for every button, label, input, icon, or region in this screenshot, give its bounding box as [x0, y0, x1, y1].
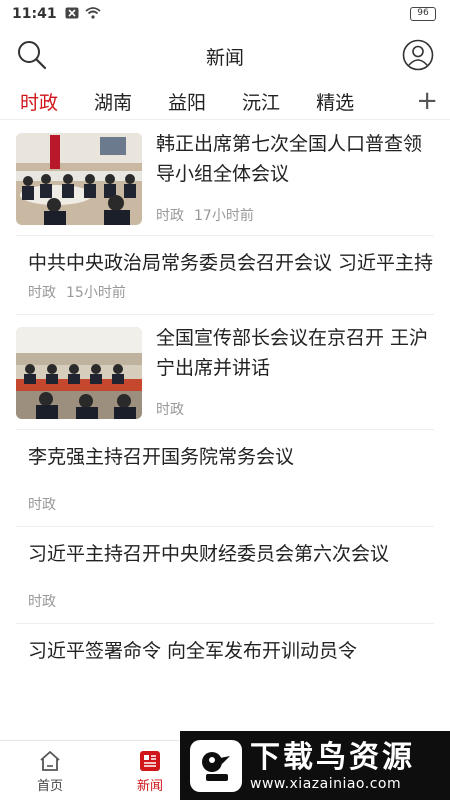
news-meta: 时政: [156, 399, 184, 419]
news-category: 时政: [156, 402, 184, 418]
news-item[interactable]: 李克强主持召开国务院常务会议 时政: [16, 430, 434, 527]
tab-jingxuan[interactable]: 精选: [294, 88, 368, 115]
tab-hunan[interactable]: 湖南: [72, 88, 146, 115]
news-item[interactable]: 全国宣传部长会议在京召开 王沪宁出席并讲话 时政: [16, 315, 434, 430]
news-item[interactable]: 中共中央政治局常务委员会召开会议 习近平主持 时政 15小时前: [16, 236, 434, 315]
news-meta: 时政 15小时前: [28, 282, 434, 302]
news-item[interactable]: 习近平签署命令 向全军发布开训动员令: [16, 624, 434, 682]
page-title: 新闻: [205, 46, 244, 69]
news-headline: 中共中央政治局常务委员会召开会议 习近平主持: [28, 252, 434, 274]
news-headline: 李克强主持召开国务院常务会议: [28, 446, 295, 468]
news-category: 时政: [28, 285, 56, 301]
news-category: 时政: [28, 594, 56, 610]
news-feed: 韩正出席第七次全国人口普查领导小组全体会议 时政 17小时前 中共中央政治局常务委…: [0, 121, 450, 682]
nav-news-label: 新闻: [136, 779, 163, 794]
battery-indicator: 96: [410, 7, 436, 21]
news-time: 17小时前: [194, 208, 254, 224]
channel-tabs: 时政 湖南 益阳 沅江 精选 +: [0, 84, 450, 120]
status-time: 11:41: [12, 6, 57, 22]
tab-shizheng[interactable]: 时政: [0, 88, 72, 115]
news-headline: 全国宣传部长会议在京召开 王沪宁出席并讲话: [156, 327, 429, 379]
news-item[interactable]: 习近平主持召开中央财经委员会第六次会议 时政: [16, 527, 434, 624]
tab-yiyang[interactable]: 益阳: [146, 88, 220, 115]
news-category: 时政: [28, 497, 56, 513]
news-headline: 习近平主持召开中央财经委员会第六次会议: [28, 543, 390, 565]
wifi-icon: [84, 6, 101, 22]
add-channel-icon[interactable]: +: [406, 88, 438, 114]
app-header: 新闻: [0, 28, 450, 84]
status-bar: 11:41 96: [0, 0, 450, 28]
news-thumbnail: [16, 133, 142, 225]
user-icon[interactable]: [402, 39, 434, 71]
nav-home-label: 首页: [36, 779, 63, 794]
watermark-url: www.xiazainiao.com: [250, 775, 402, 792]
news-headline: 习近平签署命令 向全军发布开训动员令: [28, 640, 358, 662]
news-time: 15小时前: [66, 285, 126, 301]
tab-yuanjiang[interactable]: 沅江: [220, 88, 294, 115]
news-thumbnail: [16, 327, 142, 419]
search-icon[interactable]: [16, 39, 48, 71]
news-category: 时政: [156, 208, 184, 224]
news-meta: 时政: [28, 494, 434, 514]
news-icon: [138, 749, 162, 773]
home-icon: [38, 749, 62, 773]
bird-logo-icon: [190, 739, 242, 792]
news-item[interactable]: 韩正出席第七次全国人口普查领导小组全体会议 时政 17小时前: [16, 121, 434, 236]
news-meta: 时政 17小时前: [156, 205, 254, 225]
watermark-name: 下载鸟资源: [250, 739, 415, 775]
site-watermark: 下载鸟资源 www.xiazainiao.com: [180, 731, 450, 800]
notification-x-icon: [65, 7, 79, 22]
news-headline: 韩正出席第七次全国人口普查领导小组全体会议: [156, 133, 423, 185]
nav-home[interactable]: 首页: [0, 741, 100, 800]
news-meta: 时政: [28, 591, 434, 611]
